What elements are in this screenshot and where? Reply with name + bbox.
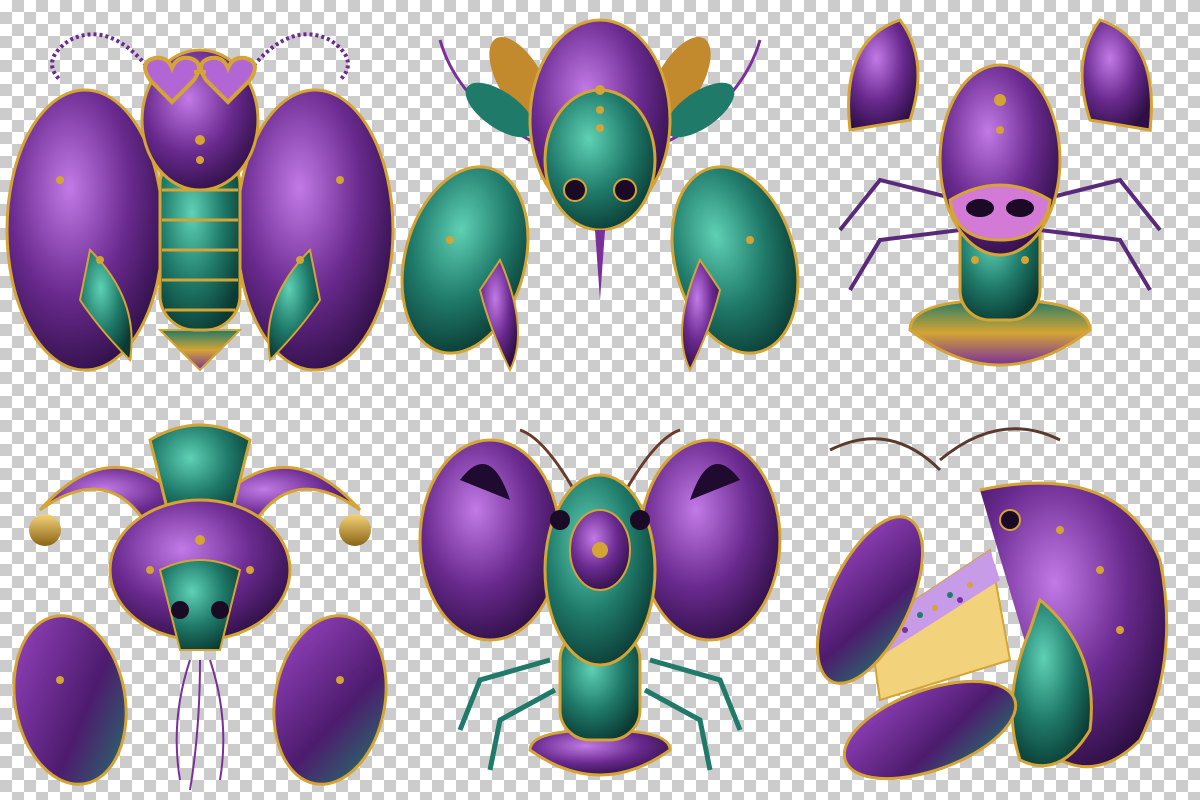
masquerade-mask-icon [948,183,1052,242]
crawfish-jester-illustration [0,400,400,800]
crawfish-ornate-illustration [400,400,800,800]
crawfish-king-cake-illustration [800,400,1200,800]
illustration-grid [0,0,1200,800]
ornate-jewel-icon [569,509,631,591]
crawfish-feathered-illustration [400,0,800,400]
crawfish-sunglasses-illustration [0,0,400,400]
crawfish-masquerade-illustration [800,0,1200,400]
